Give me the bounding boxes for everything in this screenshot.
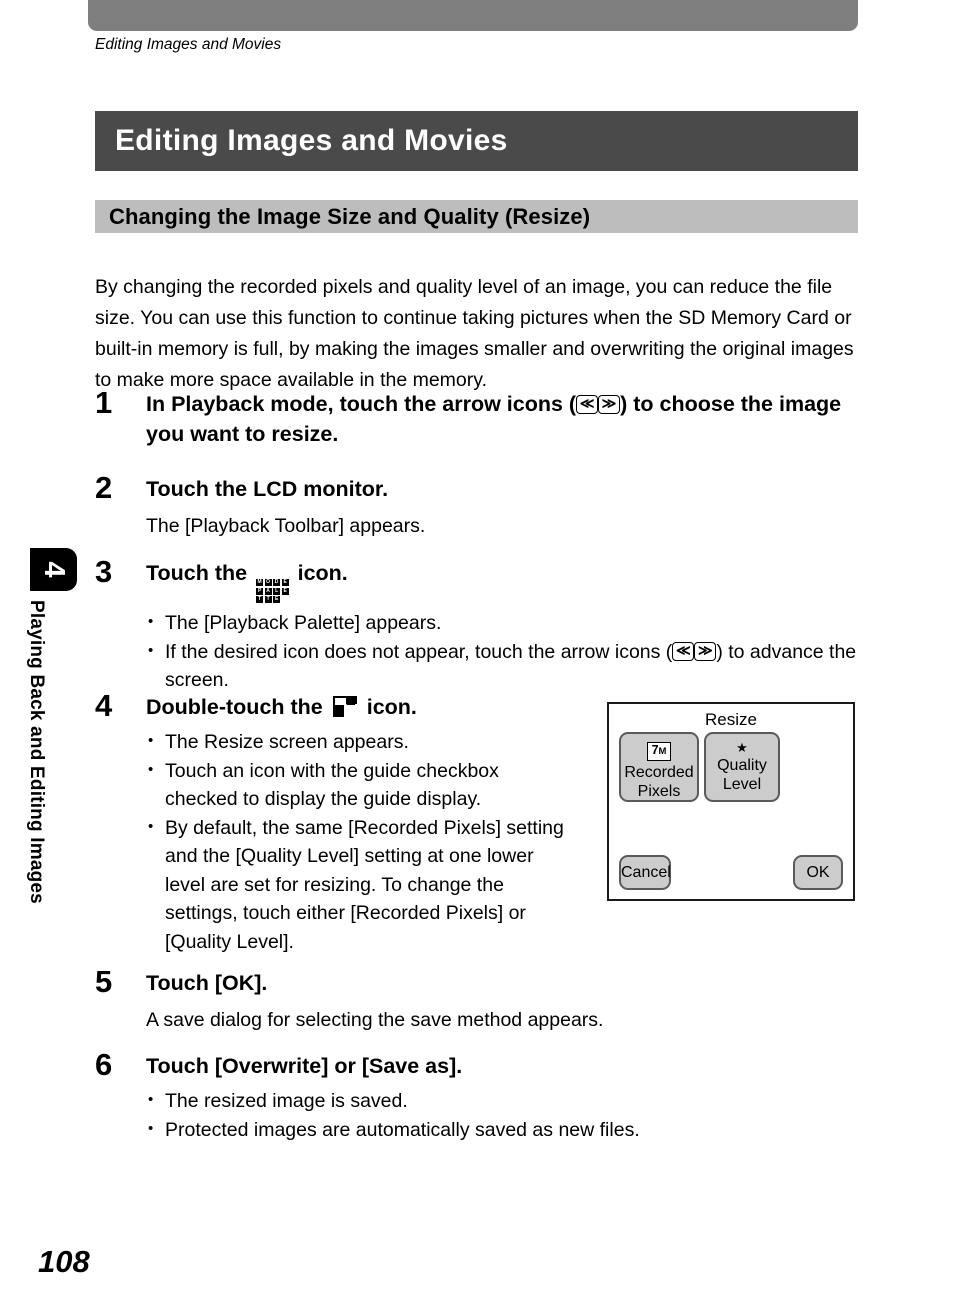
resize-screen-illustration: Resize 7M Recorded Pixels ★ Quality Leve… — [607, 702, 855, 901]
arrow-left-glyph: ≪ — [675, 641, 691, 658]
step-6-bullet-2: Protected images are automatically saved… — [146, 1115, 860, 1145]
step-3-heading-text-a: Touch the — [146, 561, 248, 585]
step-6: 6 Touch [Overwrite] or [Save as]. The re… — [95, 1047, 860, 1145]
recorded-pixels-badge-value: 7 — [651, 743, 659, 757]
subsection-heading-bar: Changing the Image Size and Quality (Res… — [95, 200, 858, 233]
step-3-bullets: The [Playback Palette] appears. If the d… — [146, 608, 860, 695]
step-4-bullet-3: By default, the same [Recorded Pixels] s… — [146, 813, 565, 957]
step-2-heading: Touch the LCD monitor. — [146, 477, 389, 501]
step-3-heading: Touch the M O D E P A L E T T E icon. — [146, 558, 860, 603]
recorded-pixels-button[interactable]: 7M Recorded Pixels — [619, 732, 699, 802]
resize-icon-diagonal-arrow — [345, 698, 355, 707]
palette-cell: E — [281, 579, 289, 586]
chapter-title-vertical: Playing Back and Editing Images — [26, 600, 47, 904]
step-6-number: 6 — [95, 1047, 113, 1082]
recorded-pixels-badge: 7M — [646, 742, 672, 761]
palette-cell: L — [273, 587, 281, 595]
step-4: 4 Double-touch the icon. The Resize scre… — [95, 688, 565, 957]
arrow-left-glyph: ≪ — [579, 395, 595, 411]
step-6-bullets: The resized image is saved. Protected im… — [146, 1086, 860, 1145]
step-3-bullet-1: The [Playback Palette] appears. — [146, 608, 860, 638]
resize-icon — [332, 696, 357, 717]
header-gray-bar — [88, 0, 858, 31]
step-5-heading: Touch [OK]. — [146, 971, 268, 995]
step-1-heading-text-a: In Playback mode, touch the arrow icons … — [146, 392, 577, 416]
step-4-heading: Double-touch the icon. — [146, 692, 565, 722]
page-title: Editing Images and Movies — [115, 124, 508, 157]
palette-cell: M — [256, 579, 264, 586]
palette-cell-blank — [281, 596, 289, 603]
step-2-subtext: The [Playback Toolbar] appears. — [146, 515, 426, 537]
cancel-button[interactable]: Cancel — [619, 855, 671, 890]
ok-button[interactable]: OK — [793, 855, 843, 890]
mode-palette-icon: M O D E P A L E T T E — [256, 579, 289, 603]
section-heading-bar: Editing Images and Movies — [95, 111, 858, 171]
recorded-pixels-label-line1: Recorded — [624, 764, 694, 781]
lcd-screen-title: Resize — [705, 710, 757, 729]
quality-level-label-line1: Quality — [717, 757, 767, 774]
palette-cell: P — [256, 587, 264, 595]
step-3-heading-text-b: icon. — [297, 561, 348, 585]
step-4-bullet-1: The Resize screen appears. — [146, 727, 565, 757]
step-3-bullet-2-text-a: If the desired icon does not appear, tou… — [165, 640, 673, 663]
subsection-title: Changing the Image Size and Quality (Res… — [109, 203, 591, 229]
step-4-bullets: The Resize screen appears. Touch an icon… — [146, 727, 565, 957]
step-3: 3 Touch the M O D E P A L E T T E icon. … — [95, 554, 860, 695]
step-2: 2 Touch the LCD monitor. The [Playback T… — [95, 470, 860, 541]
arrow-right-icon: ≫ — [598, 395, 621, 414]
running-head: Editing Images and Movies — [95, 36, 282, 53]
arrow-right-icon: ≫ — [694, 641, 717, 661]
palette-cell: T — [264, 596, 272, 603]
recorded-pixels-label-line2: Pixels — [637, 783, 681, 800]
arrow-left-icon: ≪ — [576, 395, 599, 414]
step-6-heading: Touch [Overwrite] or [Save as]. — [146, 1054, 463, 1078]
step-1: 1 In Playback mode, touch the arrow icon… — [95, 385, 860, 449]
step-6-bullet-1: The resized image is saved. — [146, 1086, 860, 1116]
palette-cell: D — [273, 579, 281, 586]
palette-cell: E — [273, 596, 281, 603]
step-5-number: 5 — [95, 964, 113, 999]
chapter-tab-number: 4 — [38, 561, 70, 578]
step-1-number: 1 — [95, 385, 113, 420]
arrow-left-icon: ≪ — [672, 641, 695, 661]
palette-cell: A — [264, 587, 272, 595]
star-icon: ★ — [736, 740, 748, 755]
step-5: 5 Touch [OK]. A save dialog for selectin… — [95, 964, 860, 1035]
step-5-subtext: A save dialog for selecting the save met… — [146, 1009, 604, 1031]
arrow-right-glyph: ≫ — [697, 641, 713, 658]
palette-cell: O — [264, 579, 272, 586]
recorded-pixels-badge-unit: M — [658, 746, 667, 757]
step-3-bullet-2: If the desired icon does not appear, tou… — [146, 637, 860, 695]
step-2-number: 2 — [95, 470, 113, 505]
arrow-right-glyph: ≫ — [601, 395, 617, 411]
intro-paragraph: By changing the recorded pixels and qual… — [95, 275, 854, 391]
step-3-number: 3 — [95, 554, 113, 589]
quality-level-label-line2: Level — [722, 776, 762, 793]
step-4-heading-text-a: Double-touch the — [146, 695, 323, 719]
page-number: 108 — [38, 1244, 90, 1279]
chapter-tab: 4 — [30, 548, 77, 591]
palette-cell: T — [256, 596, 264, 603]
step-1-heading: In Playback mode, touch the arrow icons … — [146, 389, 860, 449]
step-4-heading-text-b: icon. — [366, 695, 417, 719]
step-4-bullet-2: Touch an icon with the guide checkbox ch… — [146, 756, 565, 814]
step-4-number: 4 — [95, 688, 113, 723]
quality-level-button[interactable]: ★ Quality Level — [704, 732, 780, 802]
palette-cell: E — [281, 587, 289, 595]
